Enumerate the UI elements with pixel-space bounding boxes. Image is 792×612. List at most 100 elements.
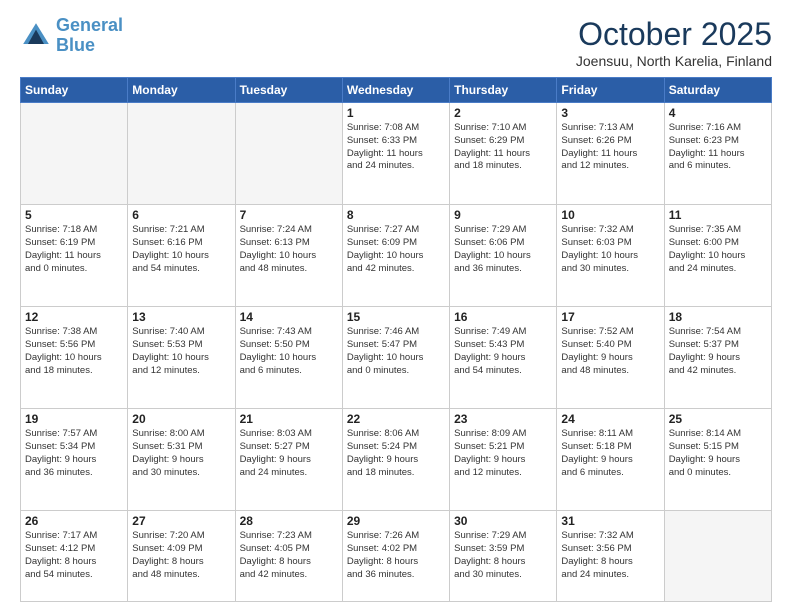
cell-content: Sunrise: 7:57 AM Sunset: 5:34 PM Dayligh… xyxy=(25,428,123,479)
calendar-cell: 22 Sunrise: 8:06 AM Sunset: 5:24 PM Dayli… xyxy=(342,409,449,511)
calendar-cell: 15 Sunrise: 7:46 AM Sunset: 5:47 PM Dayli… xyxy=(342,307,449,409)
logo-blue: Blue xyxy=(56,35,95,55)
calendar-cell: 1 Sunrise: 7:08 AM Sunset: 6:33 PM Daylig… xyxy=(342,103,449,205)
cell-content: Sunrise: 8:00 AM Sunset: 5:31 PM Dayligh… xyxy=(132,428,230,479)
calendar-cell: 18Sunrise: 7:54 AM Sunset: 5:37 PM Dayli… xyxy=(664,307,771,409)
day-number: 21 xyxy=(240,412,338,426)
calendar-week-1: 1 Sunrise: 7:08 AM Sunset: 6:33 PM Daylig… xyxy=(21,103,772,205)
day-number: 1 xyxy=(347,106,445,120)
day-number: 7 xyxy=(240,208,338,222)
calendar-week-3: 12Sunrise: 7:38 AM Sunset: 5:56 PM Dayli… xyxy=(21,307,772,409)
location-subtitle: Joensuu, North Karelia, Finland xyxy=(576,53,772,69)
weekday-header-tuesday: Tuesday xyxy=(235,78,342,103)
calendar-cell: 8 Sunrise: 7:27 AM Sunset: 6:09 PM Daylig… xyxy=(342,205,449,307)
day-number: 28 xyxy=(240,514,338,528)
weekday-header-wednesday: Wednesday xyxy=(342,78,449,103)
calendar-week-4: 19 Sunrise: 7:57 AM Sunset: 5:34 PM Dayli… xyxy=(21,409,772,511)
calendar-cell: 30Sunrise: 7:29 AM Sunset: 3:59 PM Dayli… xyxy=(450,511,557,602)
calendar-cell: 21Sunrise: 8:03 AM Sunset: 5:27 PM Dayli… xyxy=(235,409,342,511)
day-number: 30 xyxy=(454,514,552,528)
calendar-cell: 23Sunrise: 8:09 AM Sunset: 5:21 PM Dayli… xyxy=(450,409,557,511)
cell-content: Sunrise: 8:11 AM Sunset: 5:18 PM Dayligh… xyxy=(561,428,659,479)
cell-content: Sunrise: 7:20 AM Sunset: 4:09 PM Dayligh… xyxy=(132,530,230,581)
day-number: 20 xyxy=(132,412,230,426)
calendar-cell: 12Sunrise: 7:38 AM Sunset: 5:56 PM Dayli… xyxy=(21,307,128,409)
day-number: 26 xyxy=(25,514,123,528)
day-number: 17 xyxy=(561,310,659,324)
weekday-header-thursday: Thursday xyxy=(450,78,557,103)
weekday-header-sunday: Sunday xyxy=(21,78,128,103)
calendar-cell: 17 Sunrise: 7:52 AM Sunset: 5:40 PM Dayli… xyxy=(557,307,664,409)
month-title: October 2025 xyxy=(576,16,772,53)
cell-content: Sunrise: 7:46 AM Sunset: 5:47 PM Dayligh… xyxy=(347,326,445,377)
cell-content: Sunrise: 7:17 AM Sunset: 4:12 PM Dayligh… xyxy=(25,530,123,581)
cell-content: Sunrise: 7:23 AM Sunset: 4:05 PM Dayligh… xyxy=(240,530,338,581)
day-number: 16 xyxy=(454,310,552,324)
cell-content: Sunrise: 7:18 AM Sunset: 6:19 PM Dayligh… xyxy=(25,224,123,275)
calendar-cell: 24 Sunrise: 8:11 AM Sunset: 5:18 PM Dayli… xyxy=(557,409,664,511)
calendar-cell: 26 Sunrise: 7:17 AM Sunset: 4:12 PM Dayli… xyxy=(21,511,128,602)
day-number: 6 xyxy=(132,208,230,222)
day-number: 19 xyxy=(25,412,123,426)
calendar-cell xyxy=(235,103,342,205)
day-number: 14 xyxy=(240,310,338,324)
cell-content: Sunrise: 7:40 AM Sunset: 5:53 PM Dayligh… xyxy=(132,326,230,377)
calendar-cell: 11Sunrise: 7:35 AM Sunset: 6:00 PM Dayli… xyxy=(664,205,771,307)
cell-content: Sunrise: 7:27 AM Sunset: 6:09 PM Dayligh… xyxy=(347,224,445,275)
cell-content: Sunrise: 8:06 AM Sunset: 5:24 PM Dayligh… xyxy=(347,428,445,479)
cell-content: Sunrise: 7:13 AM Sunset: 6:26 PM Dayligh… xyxy=(561,122,659,173)
cell-content: Sunrise: 7:10 AM Sunset: 6:29 PM Dayligh… xyxy=(454,122,552,173)
day-number: 29 xyxy=(347,514,445,528)
logo-general: General xyxy=(56,15,123,35)
day-number: 25 xyxy=(669,412,767,426)
calendar-cell: 27Sunrise: 7:20 AM Sunset: 4:09 PM Dayli… xyxy=(128,511,235,602)
logo-icon xyxy=(20,20,52,52)
cell-content: Sunrise: 7:38 AM Sunset: 5:56 PM Dayligh… xyxy=(25,326,123,377)
day-number: 15 xyxy=(347,310,445,324)
weekday-header-monday: Monday xyxy=(128,78,235,103)
calendar-cell: 7Sunrise: 7:24 AM Sunset: 6:13 PM Daylig… xyxy=(235,205,342,307)
day-number: 11 xyxy=(669,208,767,222)
calendar-cell: 5 Sunrise: 7:18 AM Sunset: 6:19 PM Daylig… xyxy=(21,205,128,307)
calendar-cell: 4Sunrise: 7:16 AM Sunset: 6:23 PM Daylig… xyxy=(664,103,771,205)
day-number: 31 xyxy=(561,514,659,528)
calendar-cell xyxy=(21,103,128,205)
calendar-cell: 16 Sunrise: 7:49 AM Sunset: 5:43 PM Dayli… xyxy=(450,307,557,409)
day-number: 3 xyxy=(561,106,659,120)
page: General Blue October 2025 Joensuu, North… xyxy=(0,0,792,612)
calendar-cell xyxy=(128,103,235,205)
cell-content: Sunrise: 7:49 AM Sunset: 5:43 PM Dayligh… xyxy=(454,326,552,377)
cell-content: Sunrise: 7:52 AM Sunset: 5:40 PM Dayligh… xyxy=(561,326,659,377)
cell-content: Sunrise: 8:09 AM Sunset: 5:21 PM Dayligh… xyxy=(454,428,552,479)
cell-content: Sunrise: 7:32 AM Sunset: 6:03 PM Dayligh… xyxy=(561,224,659,275)
weekday-header-friday: Friday xyxy=(557,78,664,103)
calendar-cell: 2 Sunrise: 7:10 AM Sunset: 6:29 PM Daylig… xyxy=(450,103,557,205)
header: General Blue October 2025 Joensuu, North… xyxy=(20,16,772,69)
calendar-cell: 19 Sunrise: 7:57 AM Sunset: 5:34 PM Dayli… xyxy=(21,409,128,511)
calendar-cell: 29 Sunrise: 7:26 AM Sunset: 4:02 PM Dayli… xyxy=(342,511,449,602)
calendar-table: SundayMondayTuesdayWednesdayThursdayFrid… xyxy=(20,77,772,602)
cell-content: Sunrise: 7:08 AM Sunset: 6:33 PM Dayligh… xyxy=(347,122,445,173)
calendar-cell: 25 Sunrise: 8:14 AM Sunset: 5:15 PM Dayli… xyxy=(664,409,771,511)
calendar-cell xyxy=(664,511,771,602)
calendar-cell: 28 Sunrise: 7:23 AM Sunset: 4:05 PM Dayli… xyxy=(235,511,342,602)
cell-content: Sunrise: 7:26 AM Sunset: 4:02 PM Dayligh… xyxy=(347,530,445,581)
day-number: 18 xyxy=(669,310,767,324)
weekday-header-row: SundayMondayTuesdayWednesdayThursdayFrid… xyxy=(21,78,772,103)
calendar-cell: 13 Sunrise: 7:40 AM Sunset: 5:53 PM Dayli… xyxy=(128,307,235,409)
cell-content: Sunrise: 7:32 AM Sunset: 3:56 PM Dayligh… xyxy=(561,530,659,581)
day-number: 8 xyxy=(347,208,445,222)
cell-content: Sunrise: 8:14 AM Sunset: 5:15 PM Dayligh… xyxy=(669,428,767,479)
day-number: 2 xyxy=(454,106,552,120)
title-block: October 2025 Joensuu, North Karelia, Fin… xyxy=(576,16,772,69)
calendar-cell: 20 Sunrise: 8:00 AM Sunset: 5:31 PM Dayli… xyxy=(128,409,235,511)
day-number: 24 xyxy=(561,412,659,426)
calendar-cell: 9Sunrise: 7:29 AM Sunset: 6:06 PM Daylig… xyxy=(450,205,557,307)
calendar-cell: 3 Sunrise: 7:13 AM Sunset: 6:26 PM Daylig… xyxy=(557,103,664,205)
logo: General Blue xyxy=(20,16,123,56)
logo-text: General Blue xyxy=(56,16,123,56)
day-number: 5 xyxy=(25,208,123,222)
calendar-week-5: 26 Sunrise: 7:17 AM Sunset: 4:12 PM Dayli… xyxy=(21,511,772,602)
day-number: 22 xyxy=(347,412,445,426)
day-number: 13 xyxy=(132,310,230,324)
